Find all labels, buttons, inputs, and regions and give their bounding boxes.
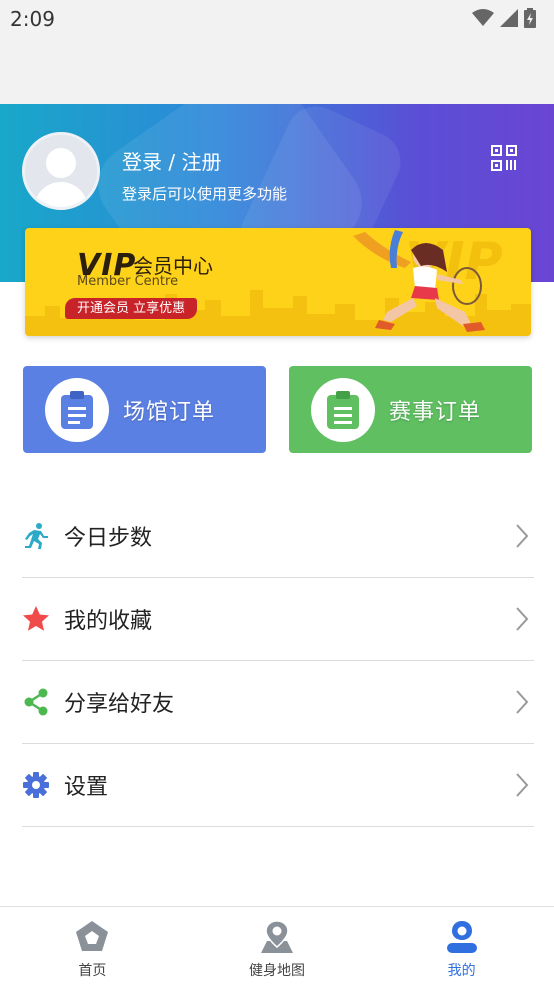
share-icon	[22, 688, 50, 716]
tab-home-label: 首页	[78, 963, 107, 979]
login-register-link[interactable]: 登录 / 注册	[122, 146, 221, 175]
chevron-right-icon	[516, 690, 529, 714]
menu-item-label: 设置	[64, 775, 109, 800]
menu-item-label: 分享给好友	[64, 692, 175, 717]
user-icon	[446, 921, 477, 953]
menu-item-label: 今日步数	[64, 526, 153, 551]
running-icon	[22, 522, 50, 550]
avatar-body	[34, 182, 88, 207]
avatar[interactable]	[22, 132, 100, 210]
tab-fitness-map[interactable]: 健身地图	[185, 907, 370, 984]
vip-subtitle: Member Centre	[77, 274, 179, 289]
order-icon-circle	[311, 377, 375, 442]
chevron-right-icon	[516, 607, 529, 631]
signal-icon	[500, 9, 518, 27]
wifi-icon	[472, 9, 494, 26]
star-icon	[22, 605, 50, 633]
chevron-right-icon	[516, 773, 529, 797]
battery-icon	[524, 8, 536, 28]
menu-item-settings[interactable]: 设置	[22, 744, 534, 827]
status-time: 2:09	[10, 7, 55, 31]
bottom-tab-bar: 首页 健身地图 我的	[0, 906, 554, 984]
order-icon-circle	[45, 377, 109, 442]
map-pin-icon	[261, 920, 293, 953]
badminton-girl-illustration	[353, 230, 485, 332]
home-pentagon-icon	[76, 921, 109, 951]
clipboard-icon	[61, 390, 93, 429]
vip-promo-badge: 开通会员 立享优惠	[65, 298, 198, 319]
gear-icon	[22, 771, 50, 799]
tab-fitness-map-label: 健身地图	[249, 963, 305, 979]
login-hint: 登录后可以使用更多功能	[122, 185, 288, 203]
clipboard-icon	[327, 390, 359, 429]
vip-member-card[interactable]: VIP VIP 会员中心 Member Centre 开通会员 立享优惠	[25, 228, 531, 336]
menu-item-label: 我的收藏	[64, 609, 153, 634]
menu-item-share[interactable]: 分享给好友	[22, 661, 534, 744]
tab-home[interactable]: 首页	[0, 907, 185, 984]
tab-mine[interactable]: 我的	[369, 907, 554, 984]
venue-orders-label: 场馆订单	[123, 399, 216, 425]
menu-item-favorites[interactable]: 我的收藏	[22, 578, 534, 661]
settings-menu: 今日步数 我的收藏 分享给好友 设置	[22, 495, 534, 827]
tab-mine-label: 我的	[447, 963, 476, 979]
status-bar: 2:09	[0, 0, 554, 40]
event-orders-button[interactable]: 赛事订单	[289, 366, 532, 453]
app-bar	[0, 40, 554, 104]
qr-code-icon[interactable]	[490, 144, 518, 172]
event-orders-label: 赛事订单	[389, 399, 482, 425]
venue-orders-button[interactable]: 场馆订单	[23, 366, 266, 453]
avatar-head	[46, 148, 76, 178]
status-icons	[472, 8, 536, 28]
chevron-right-icon	[516, 524, 529, 548]
menu-item-steps[interactable]: 今日步数	[22, 495, 534, 578]
